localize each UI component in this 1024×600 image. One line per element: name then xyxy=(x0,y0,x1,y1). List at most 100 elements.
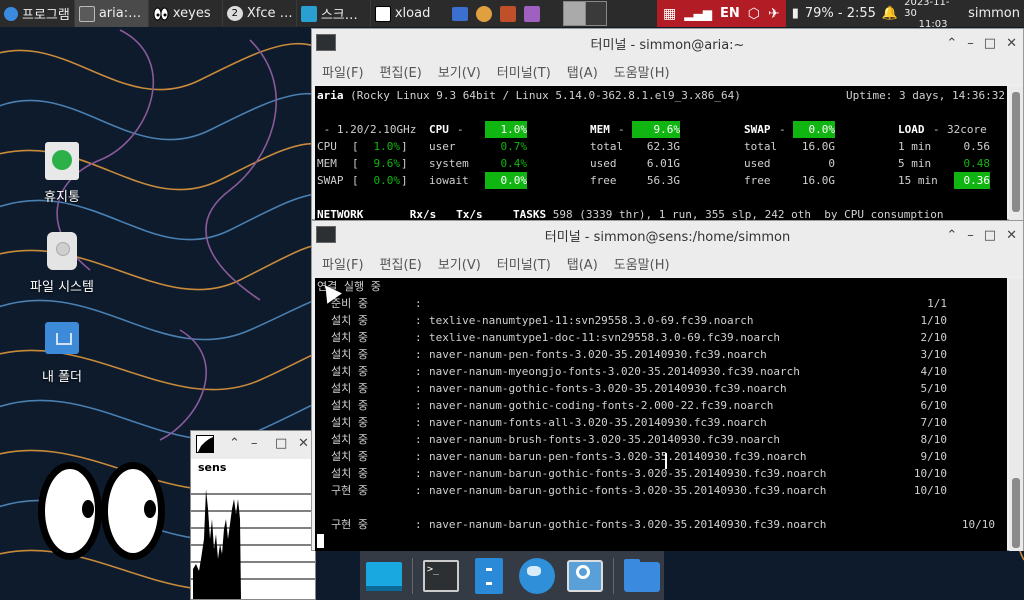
menu-edit[interactable]: 편집(E) xyxy=(374,62,428,81)
task-label: 스크… xyxy=(320,8,358,23)
minimize-line-button[interactable]: – xyxy=(251,436,258,451)
photo-icon[interactable] xyxy=(499,5,516,22)
output-action: 설치 중 xyxy=(331,416,368,429)
bracket: [ xyxy=(352,157,359,170)
battery-icon[interactable]: ▮ xyxy=(792,6,799,21)
window-titlebar[interactable]: 터미널 - simmon@sens:/home/simmon ⌃ – □ ✕ xyxy=(312,221,1023,249)
task-aria-terminal[interactable]: aria:… xyxy=(73,0,148,27)
user-menu[interactable]: simmon xyxy=(968,6,1020,21)
menu-file[interactable]: 파일(F) xyxy=(316,62,370,81)
close-button[interactable]: ✕ xyxy=(1006,36,1017,51)
output-action: 설치 중 xyxy=(331,365,368,378)
scrollbar-thumb[interactable] xyxy=(1012,92,1020,212)
menu-tabs[interactable]: 탭(A) xyxy=(561,62,604,81)
mem-label: MEM xyxy=(590,123,610,136)
package-icon[interactable]: ⬡ xyxy=(748,6,760,22)
output-action: 준비 중 xyxy=(331,297,368,310)
folder-icon[interactable] xyxy=(622,556,662,596)
terminal-window-aria[interactable]: 터미널 - simmon@aria:~ ⌃ – □ ✕ 파일(F) 편집(E) … xyxy=(311,28,1024,220)
desktop-icon-home[interactable]: 내 폴더 xyxy=(12,322,112,385)
workspace-switcher[interactable] xyxy=(563,1,607,26)
language-indicator[interactable]: EN xyxy=(720,6,740,21)
uptime: Uptime: 3 days, 14:36:32 xyxy=(846,89,1005,102)
battery-status[interactable]: 79% - 2:55 xyxy=(805,6,876,21)
menu-view[interactable]: 보기(V) xyxy=(432,62,487,81)
output-package: naver-nanum-pen-fonts-3.020-35.20140930.… xyxy=(429,348,767,361)
desktop-icon-label: 파일 시스템 xyxy=(30,280,94,295)
menu-file[interactable]: 파일(F) xyxy=(316,254,370,273)
cpu-user-label: user xyxy=(429,140,456,153)
task-screenshot[interactable]: 스크… xyxy=(295,0,370,27)
desktop-icon-trash[interactable]: 휴지통 xyxy=(12,142,112,205)
output-action: 설치 중 xyxy=(331,450,368,463)
right-pupil xyxy=(144,500,156,518)
output-count: 10/10 xyxy=(961,518,995,531)
swap-total-label: total xyxy=(744,140,778,153)
app-finder-icon[interactable] xyxy=(565,556,605,596)
output-count: 2/10 xyxy=(920,331,948,344)
menu-terminal[interactable]: 터미널(T) xyxy=(491,62,557,81)
xload-icon xyxy=(374,5,391,22)
workspace-icon[interactable] xyxy=(451,6,468,21)
task-xload[interactable]: xload xyxy=(369,0,444,27)
minimize-button[interactable]: – xyxy=(967,36,974,51)
xeyes-window[interactable] xyxy=(18,460,174,566)
notes-icon[interactable] xyxy=(523,5,540,22)
task-xeyes[interactable]: xeyes xyxy=(147,0,222,27)
keyboard-icon[interactable]: ▦ xyxy=(663,6,676,22)
scrollbar[interactable] xyxy=(1009,278,1023,551)
maximize-button[interactable]: □ xyxy=(275,436,287,451)
workspace-2[interactable] xyxy=(585,2,606,25)
menu-help[interactable]: 도움말(H) xyxy=(608,254,676,273)
output-count: 10/10 xyxy=(913,484,947,497)
clock[interactable]: 2023-11-30 11:03 xyxy=(904,0,962,30)
close-button[interactable]: ✕ xyxy=(298,436,309,451)
scrollbar-thumb[interactable] xyxy=(1012,478,1020,548)
network-signal-icon[interactable]: ▂▄▆ xyxy=(684,7,712,21)
output-count: 5/10 xyxy=(920,382,948,395)
apps-menu-button[interactable]: 프로그램 xyxy=(0,0,74,27)
apps-menu-label: 프로그램 xyxy=(22,8,70,23)
dock-separator xyxy=(613,557,614,594)
swap-total-pct: 0.0% xyxy=(793,121,835,138)
close-button[interactable]: ✕ xyxy=(1006,228,1017,243)
xload-window[interactable]: ⌃ – □ ✕ sens xyxy=(190,430,316,600)
menu-help[interactable]: 도움말(H) xyxy=(608,62,676,81)
load-dash: - xyxy=(933,123,940,136)
minimize-button[interactable]: – xyxy=(967,228,974,243)
menu-terminal[interactable]: 터미널(T) xyxy=(491,254,557,273)
menu-view[interactable]: 보기(V) xyxy=(432,254,487,273)
pet-icon[interactable] xyxy=(475,5,492,22)
terminal-window-sens[interactable]: 터미널 - simmon@sens:/home/simmon ⌃ – □ ✕ 파… xyxy=(311,220,1024,551)
desktop-icon-filesystem[interactable]: 파일 시스템 xyxy=(12,232,112,295)
maximize-button[interactable]: □ xyxy=(984,228,996,243)
maximize-button[interactable]: □ xyxy=(984,36,996,51)
xload-titlebar[interactable]: ⌃ – □ ✕ xyxy=(191,431,315,459)
task-label: Xfce … xyxy=(246,6,293,21)
file-manager-icon[interactable] xyxy=(469,556,509,596)
output-package: naver-nanum-brush-fonts-3.020-35.2014093… xyxy=(429,433,780,446)
window-titlebar[interactable]: 터미널 - simmon@aria:~ ⌃ – □ ✕ xyxy=(312,29,1023,57)
mem-total-value: 62.3G xyxy=(646,140,680,153)
output-package: naver-nanum-fonts-all-3.020-35.20140930.… xyxy=(429,416,767,429)
scrollbar[interactable] xyxy=(1009,86,1023,220)
menu-edit[interactable]: 편집(E) xyxy=(374,254,428,273)
task-xfce[interactable]: 2 Xfce … xyxy=(221,0,296,27)
menu-tabs[interactable]: 탭(A) xyxy=(561,254,604,273)
show-desktop-icon[interactable] xyxy=(364,556,404,596)
drive-icon xyxy=(47,232,77,270)
xload-app-icon xyxy=(196,435,214,453)
output-count: 4/10 xyxy=(920,365,948,378)
output-count: 3/10 xyxy=(920,348,948,361)
terminal-output[interactable]: 연결 실행 중 준비 중:1/1 설치 중: texlive-nanumtype1-… xyxy=(315,278,1007,551)
shade-button[interactable]: ⌃ xyxy=(946,36,957,51)
rocket-icon[interactable]: ✈ xyxy=(768,6,780,22)
notification-bell-icon[interactable]: 🔔 xyxy=(882,6,898,21)
minimize-button[interactable]: ⌃ xyxy=(229,436,240,451)
web-browser-icon[interactable] xyxy=(517,556,557,596)
shade-button[interactable]: ⌃ xyxy=(946,228,957,243)
swap-free-value: 16.0G xyxy=(801,174,835,187)
terminal-icon[interactable]: >_ xyxy=(421,556,461,596)
terminal-output[interactable]: aria (Rocky Linux 9.3 64bit / Linux 5.14… xyxy=(315,86,1007,220)
workspace-1[interactable] xyxy=(564,2,586,25)
